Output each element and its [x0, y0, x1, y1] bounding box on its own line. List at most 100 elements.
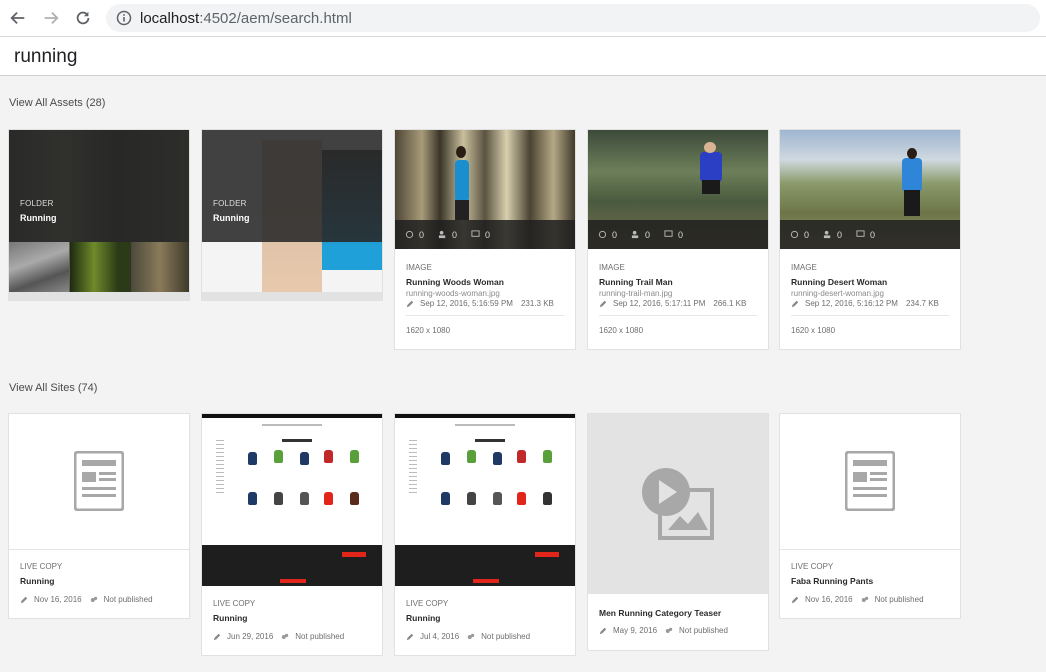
folder-thumbnail: FOLDER Running [202, 130, 382, 292]
view-all-sites-link[interactable]: View All Sites (74) [9, 382, 97, 394]
search-input[interactable]: running [14, 46, 77, 68]
asset-filename: running-woods-woman.jpg [406, 289, 500, 298]
site-date: Nov 16, 2016 [805, 595, 853, 604]
asset-size: 231.3 KB [520, 299, 554, 308]
asset-size: 266.1 KB [713, 299, 747, 308]
asset-filename: running-desert-woman.jpg [791, 289, 884, 298]
site-type-label: LIVE COPY [791, 562, 834, 571]
people-icon [438, 230, 446, 239]
url-text: localhost:4502/aem/search.html [140, 10, 352, 27]
stat-count: 0 [452, 229, 458, 240]
site-date: Jul 4, 2016 [420, 632, 460, 641]
asset-title: Running Trail Man [599, 277, 673, 287]
version-icon [405, 230, 414, 239]
pencil-icon [599, 300, 607, 307]
site-title: Running [20, 576, 55, 586]
asset-modified-row: Sep 12, 2016, 5:17:11 PM 266.1 KB [599, 299, 746, 308]
asset-date: Sep 12, 2016, 5:16:12 PM [805, 299, 898, 308]
site-date: May 9, 2016 [613, 626, 658, 635]
asset-stats-bar: 0 0 0 [588, 220, 768, 249]
asset-type-label: IMAGE [599, 263, 625, 272]
site-meta-row: Nov 16, 2016 Not published [791, 595, 924, 604]
site-type-label: LIVE COPY [406, 599, 449, 608]
site-card[interactable]: LIVE COPY Running Nov 16, 2016 Not publi… [9, 414, 189, 618]
asset-title: Running Woods Woman [406, 277, 504, 287]
stat-count: 0 [870, 229, 876, 240]
search-bar[interactable]: running [0, 37, 1046, 76]
view-all-assets-link[interactable]: View All Assets (28) [9, 97, 105, 109]
asset-dimensions: 1620 x 1080 [791, 326, 836, 335]
forward-button[interactable] [39, 6, 63, 30]
asset-title: Running Desert Woman [791, 277, 888, 287]
site-status: Not published [103, 595, 153, 604]
version-icon [790, 230, 799, 239]
folder-thumbnail: FOLDER Running [9, 130, 189, 292]
asset-type-label: IMAGE [791, 263, 817, 272]
site-card[interactable]: LIVE COPY Running Jun 29, 2016 Not publi… [202, 414, 382, 655]
page-icon [845, 451, 895, 511]
comment-icon [856, 230, 865, 237]
stat-count: 0 [645, 229, 651, 240]
folder-card[interactable]: FOLDER Running [9, 130, 189, 300]
folder-type-label: FOLDER [20, 199, 54, 208]
pencil-icon [213, 633, 221, 640]
back-arrow-icon [10, 11, 25, 25]
site-status: Not published [679, 626, 728, 635]
comment-icon [471, 230, 480, 237]
asset-type-label: IMAGE [406, 263, 432, 272]
forward-arrow-icon [44, 11, 59, 25]
folder-card[interactable]: FOLDER Running [202, 130, 382, 300]
site-meta-row: Nov 16, 2016 Not published [20, 595, 153, 604]
site-thumbnail [780, 414, 960, 550]
site-date: Jun 29, 2016 [227, 632, 274, 641]
site-card[interactable]: LIVE COPY Running Jul 4, 2016 Not publis… [395, 414, 575, 655]
asset-modified-row: Sep 12, 2016, 5:16:59 PM 231.3 KB [406, 299, 554, 308]
back-button[interactable] [6, 6, 30, 30]
publish-icon [282, 633, 289, 639]
divider [599, 315, 757, 316]
stat-count: 0 [804, 229, 810, 240]
people-icon [631, 230, 639, 239]
pencil-icon [791, 596, 799, 603]
asset-date: Sep 12, 2016, 5:16:59 PM [420, 299, 513, 308]
address-bar[interactable]: localhost:4502/aem/search.html [106, 4, 1040, 32]
site-thumbnail [202, 414, 382, 586]
site-thumbnail [588, 414, 768, 594]
site-card[interactable]: LIVE COPY Faba Running Pants Nov 16, 201… [780, 414, 960, 618]
site-title: Men Running Category Teaser [599, 608, 722, 618]
site-date: Nov 16, 2016 [34, 595, 82, 604]
divider [791, 315, 949, 316]
folder-name: Running [213, 213, 250, 223]
stat-count: 0 [419, 229, 425, 240]
asset-stats-bar: 0 0 0 [395, 220, 575, 249]
asset-dimensions: 1620 x 1080 [406, 326, 451, 335]
site-status: Not published [874, 595, 924, 604]
site-type-label: LIVE COPY [213, 599, 256, 608]
site-status: Not published [295, 632, 345, 641]
reload-button[interactable] [71, 6, 95, 30]
pencil-icon [406, 633, 414, 640]
stat-count: 0 [485, 229, 491, 240]
url-path: :4502/aem/search.html [199, 9, 352, 27]
info-icon[interactable] [116, 10, 132, 26]
publish-icon [665, 627, 673, 633]
site-meta-row: Jun 29, 2016 Not published [213, 632, 344, 641]
asset-card[interactable]: 0 0 0 IMAGE Running Trail Man running-tr… [588, 130, 768, 349]
site-status: Not published [481, 632, 531, 641]
people-icon [823, 230, 831, 239]
asset-card[interactable]: 0 0 0 IMAGE Running Desert Woman running… [780, 130, 960, 349]
site-meta-row: May 9, 2016 Not published [599, 626, 728, 635]
asset-date: Sep 12, 2016, 5:17:11 PM [613, 299, 706, 308]
site-thumbnail [9, 414, 189, 550]
browser-toolbar: localhost:4502/aem/search.html [0, 0, 1046, 37]
site-meta-row: Jul 4, 2016 Not published [406, 632, 530, 641]
pencil-icon [406, 300, 414, 307]
stat-count: 0 [837, 229, 843, 240]
divider [406, 315, 564, 316]
site-title: Running [213, 613, 248, 623]
pencil-icon [20, 596, 28, 603]
pencil-icon [791, 300, 799, 307]
asset-card[interactable]: 0 0 0 IMAGE Running Woods Woman running-… [395, 130, 575, 349]
publish-icon [861, 596, 868, 602]
site-card[interactable]: Men Running Category Teaser May 9, 2016 … [588, 414, 768, 650]
